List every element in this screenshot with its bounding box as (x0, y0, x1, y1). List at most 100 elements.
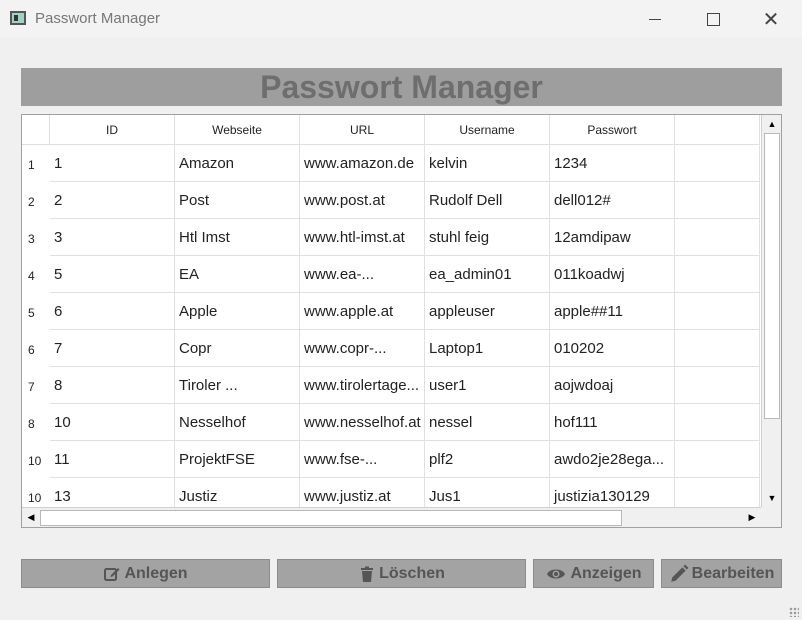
cell-url[interactable]: www.nesselhof.at (300, 404, 425, 441)
row-number[interactable]: 2 (22, 182, 50, 219)
row-number[interactable]: 6 (22, 330, 50, 367)
scroll-up-icon[interactable]: ▲ (762, 119, 781, 129)
cell-password[interactable]: 010202 (550, 330, 675, 367)
row-number[interactable]: 4 (22, 256, 50, 293)
table-row[interactable]: 1 1 Amazon www.amazon.de kelvin 1234 (22, 145, 760, 182)
cell-id[interactable]: 10 (50, 404, 175, 441)
cell-username[interactable]: Laptop1 (425, 330, 550, 367)
cell-extra[interactable] (675, 367, 760, 404)
column-header-id[interactable]: ID (50, 115, 175, 145)
row-number[interactable]: 10 (22, 441, 50, 478)
cell-website[interactable]: Amazon (175, 145, 300, 182)
table-row[interactable]: 2 2 Post www.post.at Rudolf Dell dell012# (22, 182, 760, 219)
scroll-down-icon[interactable]: ▼ (762, 493, 781, 503)
cell-extra[interactable] (675, 182, 760, 219)
row-number[interactable]: 5 (22, 293, 50, 330)
column-header-extra[interactable] (675, 115, 760, 145)
cell-extra[interactable] (675, 256, 760, 293)
cell-username[interactable]: stuhl feig (425, 219, 550, 256)
row-number[interactable]: 1 (22, 145, 50, 182)
cell-password[interactable]: dell012# (550, 182, 675, 219)
table-corner[interactable] (22, 115, 50, 145)
cell-url[interactable]: www.htl-imst.at (300, 219, 425, 256)
cell-username[interactable]: Rudolf Dell (425, 182, 550, 219)
delete-button-label: Löschen (379, 564, 445, 582)
delete-button[interactable]: Löschen (277, 559, 526, 588)
cell-id[interactable]: 5 (50, 256, 175, 293)
cell-url[interactable]: www.fse-... (300, 441, 425, 478)
cell-password[interactable]: awdo2je28ega... (550, 441, 675, 478)
pencil-icon (670, 564, 689, 582)
table-row[interactable]: 7 8 Tiroler ... www.tirolertage... user1 aojw… (22, 367, 760, 404)
cell-website[interactable]: Tiroler ... (175, 367, 300, 404)
create-button[interactable]: Anlegen (21, 559, 270, 588)
cell-extra[interactable] (675, 145, 760, 182)
column-header-url[interactable]: URL (300, 115, 425, 145)
row-number[interactable]: 8 (22, 404, 50, 441)
cell-username[interactable]: nessel (425, 404, 550, 441)
table-row[interactable]: 4 5 EA www.ea-... ea_admin01 011koadwj (22, 256, 760, 293)
cell-website[interactable]: Htl Imst (175, 219, 300, 256)
horizontal-scrollbar[interactable]: ◀ ▶ (22, 507, 761, 527)
maximize-button[interactable] (684, 0, 742, 38)
cell-username[interactable]: ea_admin01 (425, 256, 550, 293)
cell-url[interactable]: www.tirolertage... (300, 367, 425, 404)
cell-extra[interactable] (675, 219, 760, 256)
cell-url[interactable]: www.amazon.de (300, 145, 425, 182)
resize-grip[interactable] (789, 607, 799, 617)
table-row[interactable]: 10 11 ProjektFSE www.fse-... plf2 awdo2je28eg… (22, 441, 760, 478)
scroll-left-icon[interactable]: ◀ (22, 512, 40, 523)
column-header-username[interactable]: Username (425, 115, 550, 145)
show-button[interactable]: Anzeigen (533, 559, 654, 588)
scroll-right-icon[interactable]: ▶ (743, 512, 761, 523)
cell-id[interactable]: 8 (50, 367, 175, 404)
minimize-button[interactable] (626, 0, 684, 38)
cell-username[interactable]: kelvin (425, 145, 550, 182)
cell-username[interactable]: plf2 (425, 441, 550, 478)
close-button[interactable]: ✕ (742, 0, 800, 38)
cell-website[interactable]: ProjektFSE (175, 441, 300, 478)
cell-url[interactable]: www.ea-... (300, 256, 425, 293)
horizontal-scroll-thumb[interactable] (40, 510, 622, 526)
cell-password[interactable]: hof111 (550, 404, 675, 441)
close-icon: ✕ (762, 8, 780, 31)
vertical-scroll-thumb[interactable] (764, 133, 780, 419)
cell-id[interactable]: 2 (50, 182, 175, 219)
cell-id[interactable]: 11 (50, 441, 175, 478)
column-header-password[interactable]: Passwort (550, 115, 675, 145)
cell-password[interactable]: 011koadwj (550, 256, 675, 293)
cell-id[interactable]: 1 (50, 145, 175, 182)
table-row[interactable]: 8 10 Nesselhof www.nesselhof.at nessel hof111 (22, 404, 760, 441)
cell-website[interactable]: Post (175, 182, 300, 219)
cell-username[interactable]: appleuser (425, 293, 550, 330)
cell-extra[interactable] (675, 404, 760, 441)
table-row[interactable]: 5 6 Apple www.apple.at appleuser apple##11 (22, 293, 760, 330)
cell-website[interactable]: EA (175, 256, 300, 293)
cell-extra[interactable] (675, 441, 760, 478)
cell-website[interactable]: Apple (175, 293, 300, 330)
cell-password[interactable]: 12amdipaw (550, 219, 675, 256)
cell-extra[interactable] (675, 330, 760, 367)
cell-website[interactable]: Copr (175, 330, 300, 367)
table-row[interactable]: 3 3 Htl Imst www.htl-imst.at stuhl feig 12amd… (22, 219, 760, 256)
eye-icon (547, 569, 566, 578)
cell-id[interactable]: 3 (50, 219, 175, 256)
cell-url[interactable]: www.post.at (300, 182, 425, 219)
cell-website[interactable]: Nesselhof (175, 404, 300, 441)
cell-id[interactable]: 7 (50, 330, 175, 367)
cell-url[interactable]: www.apple.at (300, 293, 425, 330)
cell-password[interactable]: aojwdoaj (550, 367, 675, 404)
cell-password[interactable]: 1234 (550, 145, 675, 182)
row-number[interactable]: 3 (22, 219, 50, 256)
cell-id[interactable]: 6 (50, 293, 175, 330)
edit-button[interactable]: Bearbeiten (661, 559, 782, 588)
row-number[interactable]: 7 (22, 367, 50, 404)
title-bar[interactable]: Passwort Manager ✕ (0, 0, 802, 38)
cell-password[interactable]: apple##11 (550, 293, 675, 330)
table-row[interactable]: 6 7 Copr www.copr-... Laptop1 010202 (22, 330, 760, 367)
vertical-scrollbar[interactable]: ▲ ▼ (761, 115, 781, 507)
cell-extra[interactable] (675, 293, 760, 330)
cell-username[interactable]: user1 (425, 367, 550, 404)
column-header-website[interactable]: Webseite (175, 115, 300, 145)
cell-url[interactable]: www.copr-... (300, 330, 425, 367)
